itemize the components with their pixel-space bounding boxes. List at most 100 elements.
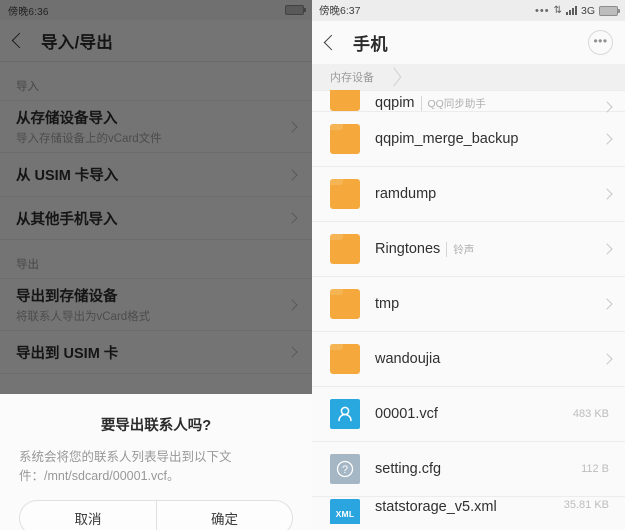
chevron-right-icon — [601, 101, 613, 113]
file-name-wrap: statstorage_v5.xml — [375, 499, 564, 515]
left-status-bar: 傍晚6:36 — [0, 0, 312, 20]
left-panel-contacts-import-export: 傍晚6:36 导入/导出 导入 从存储设备导入 导入存储设备上的vCard文件 … — [0, 0, 312, 530]
file-name: Ringtones — [375, 241, 441, 257]
page-title: 手机 — [353, 35, 388, 54]
dual-screenshot-container: 傍晚6:36 导入/导出 导入 从存储设备导入 导入存储设备上的vCard文件 … — [0, 0, 625, 530]
chevron-right-icon — [601, 188, 613, 200]
row-title: 从其他手机导入 — [16, 211, 118, 228]
signal-bars-icon — [565, 6, 577, 15]
row-title: 从 USIM 卡导入 — [16, 168, 119, 184]
network-type-label: 3G — [580, 4, 595, 17]
file-name-wrap: wandoujia — [375, 351, 595, 367]
battery-icon — [599, 5, 620, 16]
file-alias: 铃声 — [446, 242, 474, 257]
chevron-right-icon — [286, 346, 298, 358]
contact-file-icon — [330, 399, 360, 429]
left-status-time: 傍晚6:36 — [8, 6, 49, 18]
file-list: qqpim QQ同步助手 qqpim_merge_backup ramdump — [312, 90, 625, 524]
chevron-right-icon — [601, 298, 613, 310]
left-title-bar: 导入/导出 — [0, 20, 312, 62]
left-status-icons — [285, 5, 306, 15]
file-name: tmp — [375, 296, 400, 312]
list-item[interactable]: ramdump — [312, 167, 625, 222]
chevron-right-icon — [601, 353, 613, 365]
file-name-wrap: qqpim_merge_backup — [375, 131, 595, 147]
file-name-wrap: Ringtones 铃声 — [375, 241, 595, 257]
file-name-wrap: qqpim QQ同步助手 — [375, 95, 595, 111]
row-subtitle: 导入存储设备上的vCard文件 — [16, 133, 162, 145]
row-import-from-storage[interactable]: 从存储设备导入 导入存储设备上的vCard文件 — [0, 100, 312, 152]
chevron-left-icon[interactable] — [11, 32, 28, 49]
row-title: 导出到存储设备 — [16, 289, 118, 305]
confirm-button[interactable]: 确定 — [156, 499, 293, 530]
row-import-from-usim[interactable]: 从 USIM 卡导入 — [0, 152, 312, 196]
right-panel-file-manager: 傍晚6:37 ••• ⇅ 3G 手机 ••• 内存设备 qqpim QQ同步助手… — [312, 0, 625, 530]
file-name: ramdump — [375, 186, 437, 202]
chevron-right-icon — [601, 133, 613, 145]
chevron-right-icon — [286, 168, 298, 181]
right-status-bar: 傍晚6:37 ••• ⇅ 3G — [312, 0, 625, 21]
folder-icon — [330, 289, 360, 319]
right-title-bar: 手机 ••• — [312, 21, 625, 64]
row-import-from-other-phone[interactable]: 从其他手机导入 — [0, 196, 312, 240]
row-export-to-usim[interactable]: 导出到 USIM 卡 — [0, 330, 312, 374]
list-item[interactable]: qqpim_merge_backup — [312, 112, 625, 167]
dialog-button-group: 取消 确定 — [0, 499, 312, 530]
chevron-right-icon — [286, 298, 298, 311]
file-size: 35.81 KB — [563, 499, 609, 511]
folder-icon — [330, 234, 360, 264]
list-item[interactable]: ? setting.cfg 112 B — [312, 442, 625, 497]
more-notifications-icon: ••• — [535, 4, 550, 17]
file-name: statstorage_v5.xml — [375, 499, 497, 515]
row-title: 导出到 USIM 卡 — [16, 345, 119, 362]
sync-arrows-icon: ⇅ — [553, 4, 562, 16]
row-texts: 从其他手机导入 — [16, 208, 118, 229]
file-alias: QQ同步助手 — [420, 96, 486, 111]
section-header-export: 导出 — [16, 259, 39, 271]
row-texts: 从 USIM 卡导入 — [16, 164, 118, 185]
row-subtitle: 将联系人导出为vCard格式 — [16, 311, 151, 323]
battery-icon — [285, 5, 306, 15]
file-name: qqpim — [375, 95, 415, 111]
row-texts: 从存储设备导入 导入存储设备上的vCard文件 — [16, 107, 162, 146]
page-title: 导入/导出 — [41, 33, 114, 52]
row-texts: 导出到 USIM 卡 — [16, 342, 118, 363]
dialog-message: 系统会将您的联系人列表导出到以下文件：/mnt/sdcard/00001.vcf… — [19, 450, 232, 483]
folder-icon — [330, 90, 360, 111]
file-name: setting.cfg — [375, 461, 442, 477]
row-export-to-storage[interactable]: 导出到存储设备 将联系人导出为vCard格式 — [0, 278, 312, 330]
folder-icon — [330, 344, 360, 374]
breadcrumb-separator-icon — [386, 67, 402, 87]
list-item[interactable]: tmp — [312, 277, 625, 332]
unknown-file-icon: ? — [330, 454, 360, 484]
export-contacts-dialog: 要导出联系人吗? 系统会将您的联系人列表导出到以下文件：/mnt/sdcard/… — [0, 394, 312, 530]
list-item[interactable]: qqpim QQ同步助手 — [312, 90, 625, 113]
file-size: 112 B — [581, 463, 609, 475]
row-texts: 导出到存储设备 将联系人导出为vCard格式 — [16, 285, 150, 324]
file-name: 00001.vcf — [375, 406, 438, 422]
list-item[interactable]: Ringtones 铃声 — [312, 222, 625, 277]
right-status-icons: ••• ⇅ 3G — [535, 4, 620, 17]
list-item[interactable]: XML statstorage_v5.xml 35.81 KB — [312, 497, 625, 524]
list-item[interactable]: wandoujia — [312, 332, 625, 387]
more-options-button[interactable]: ••• — [588, 30, 613, 55]
right-title-left: 手机 — [323, 30, 388, 55]
chevron-right-icon — [286, 120, 298, 133]
list-item[interactable]: 00001.vcf 483 KB — [312, 387, 625, 442]
file-name-wrap: ramdump — [375, 186, 595, 202]
chevron-left-icon[interactable] — [323, 34, 340, 51]
file-name-wrap: setting.cfg — [375, 461, 581, 477]
folder-icon — [330, 124, 360, 154]
chevron-right-icon — [601, 243, 613, 255]
cancel-button[interactable]: 取消 — [19, 499, 156, 530]
left-settings-list: 导入 从存储设备导入 导入存储设备上的vCard文件 从 USIM 卡导入 从其… — [0, 62, 312, 374]
file-name-wrap: tmp — [375, 296, 595, 312]
chevron-right-icon — [286, 212, 298, 224]
breadcrumb-item-storage[interactable]: 内存设备 — [330, 69, 374, 85]
row-title: 从存储设备导入 — [16, 111, 118, 127]
file-name: qqpim_merge_backup — [375, 131, 519, 147]
xml-label: XML — [335, 509, 355, 519]
xml-file-icon: XML — [330, 499, 360, 524]
folder-icon — [330, 179, 360, 209]
section-header-import: 导入 — [16, 81, 39, 93]
